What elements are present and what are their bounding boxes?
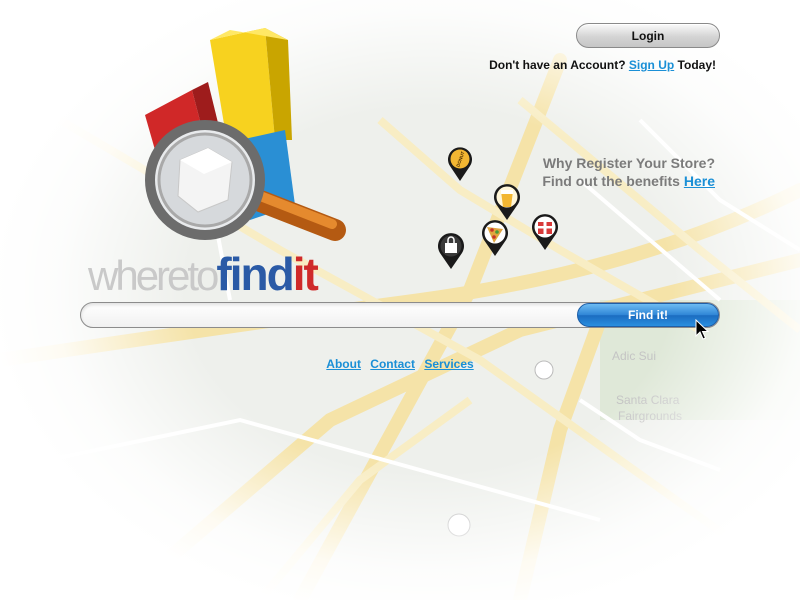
logo-wordmark: wheretofindit <box>88 247 319 301</box>
about-link[interactable]: About <box>326 357 361 371</box>
benefits-here-link[interactable]: Here <box>684 173 715 189</box>
logo-graphic <box>145 28 346 241</box>
mouse-cursor-icon <box>695 319 709 340</box>
signup-prefix: Don't have an Account? <box>489 58 626 72</box>
benefits-line: Find out the benefits Here <box>542 172 715 190</box>
signup-link[interactable]: Sign Up <box>629 58 674 72</box>
login-button[interactable]: Login <box>576 23 720 48</box>
signup-prompt: Don't have an Account? Sign Up Today! <box>489 58 716 72</box>
footer-nav: About Contact Services <box>0 357 800 371</box>
svg-text:Santa Clara: Santa Clara <box>616 393 680 407</box>
logo-text-whereto: whereto <box>88 252 219 299</box>
signup-suffix: Today! <box>677 58 716 72</box>
logo-text-it: it <box>292 248 319 300</box>
shop-bag-pin-icon[interactable] <box>437 232 465 270</box>
search-input[interactable] <box>92 306 572 326</box>
why-register-block: Why Register Your Store? Find out the be… <box>542 154 715 190</box>
donut-pin-icon[interactable]: DONUT <box>447 146 473 182</box>
why-register-title: Why Register Your Store? <box>542 155 715 171</box>
pizza-pin-icon[interactable] <box>481 219 509 257</box>
gift-pin-icon[interactable] <box>531 213 559 251</box>
services-link[interactable]: Services <box>424 357 473 371</box>
benefits-prefix: Find out the benefits <box>542 173 680 189</box>
logo-text-find: find <box>216 248 294 300</box>
contact-link[interactable]: Contact <box>370 357 415 371</box>
beer-pin-icon[interactable] <box>493 183 521 221</box>
svg-text:Fairgrounds: Fairgrounds <box>618 409 682 423</box>
